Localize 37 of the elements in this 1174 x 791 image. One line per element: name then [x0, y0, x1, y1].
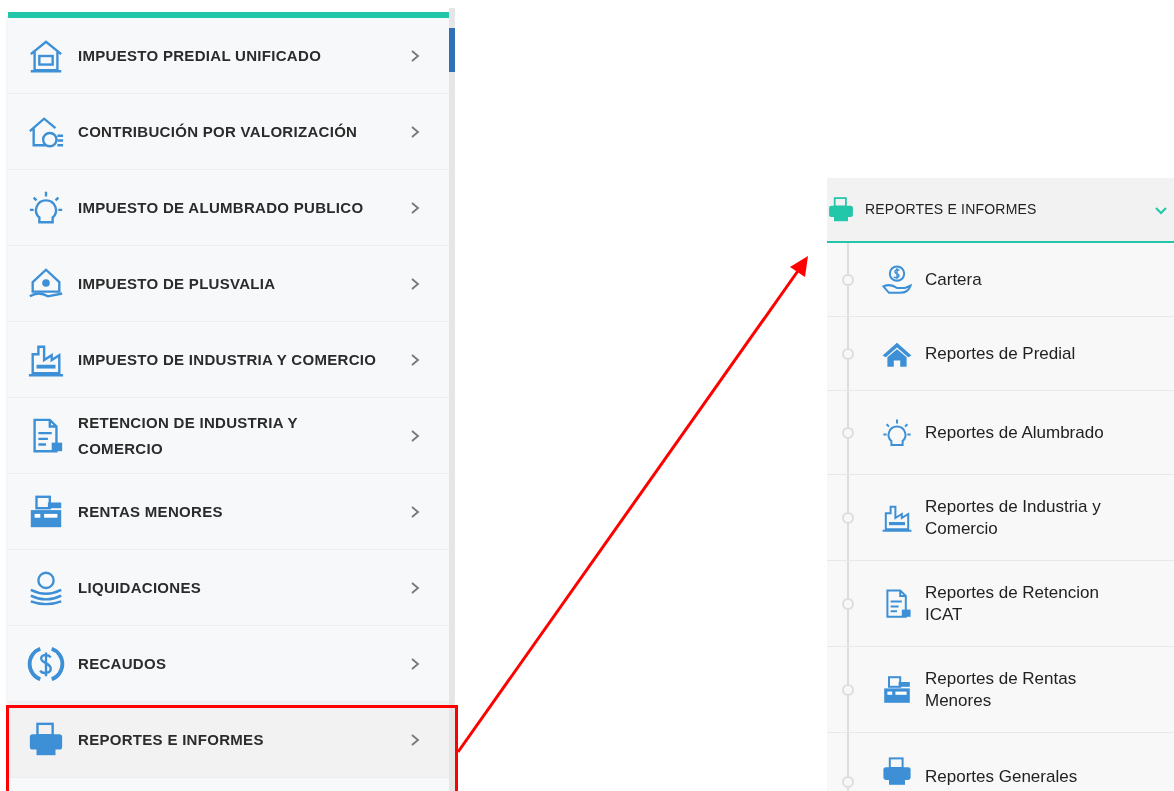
menu-item[interactable]: RENTAS MENORES [8, 474, 450, 550]
menu-item[interactable]: CONTRIBUCIÓN POR VALORIZACIÓN [8, 94, 450, 170]
menu-item[interactable]: IMPUESTO DE PLUSVALIA [8, 246, 450, 322]
submenu-item[interactable]: Reportes de Rentas Menores [827, 647, 1174, 733]
submenu-item[interactable]: Reportes de Predial [827, 317, 1174, 391]
menu-item[interactable]: IMPUESTO DE INDUSTRIA Y COMERCIO [8, 322, 450, 398]
submenu-item[interactable]: Reportes de Retencion ICAT [827, 561, 1174, 647]
chevron-right-icon [410, 580, 420, 595]
cash-register-icon [881, 673, 913, 706]
chevron-right-icon [410, 504, 420, 519]
chevron-right-icon [410, 428, 420, 443]
chevron-right-icon [410, 352, 420, 367]
submenu-title: REPORTES E INFORMES [865, 200, 1038, 219]
submenu-header[interactable]: REPORTES E INFORMES [827, 178, 1174, 243]
submenu-item[interactable]: Reportes de Industria y Comercio [827, 475, 1174, 561]
chevron-down-icon [1154, 204, 1168, 215]
chevron-right-icon [410, 200, 420, 215]
dollar-cycle-icon [27, 644, 65, 683]
printer-icon [881, 756, 913, 788]
menu-item[interactable]: REPORTES E INFORMES [8, 702, 450, 778]
menu-item[interactable]: RETENCION DE INDUSTRIA Y COMERCIO [8, 398, 450, 474]
chevron-right-icon [410, 656, 420, 671]
scrollbar-thumb[interactable] [449, 28, 455, 72]
submenu-item[interactable]: Reportes de Alumbrado [827, 391, 1174, 475]
menu-item[interactable]: RECAUDOS [8, 626, 450, 702]
chevron-right-icon [410, 276, 420, 291]
chevron-right-icon [410, 48, 420, 63]
hand-coin-icon [881, 263, 913, 296]
menu-item[interactable]: IMPUESTO DE ALUMBRADO PUBLICO [8, 170, 450, 246]
menu-item[interactable]: IMPUESTO PREDIAL UNIFICADO [8, 18, 450, 94]
submenu-item[interactable]: Cartera [827, 243, 1174, 317]
chevron-right-icon [410, 124, 420, 139]
printer-icon [827, 195, 855, 224]
menu-item[interactable]: LIQUIDACIONES [8, 550, 450, 626]
submenu-item[interactable]: Reportes Generales [827, 733, 1174, 791]
chevron-right-icon [410, 732, 420, 747]
lightbulb-icon [881, 416, 913, 449]
